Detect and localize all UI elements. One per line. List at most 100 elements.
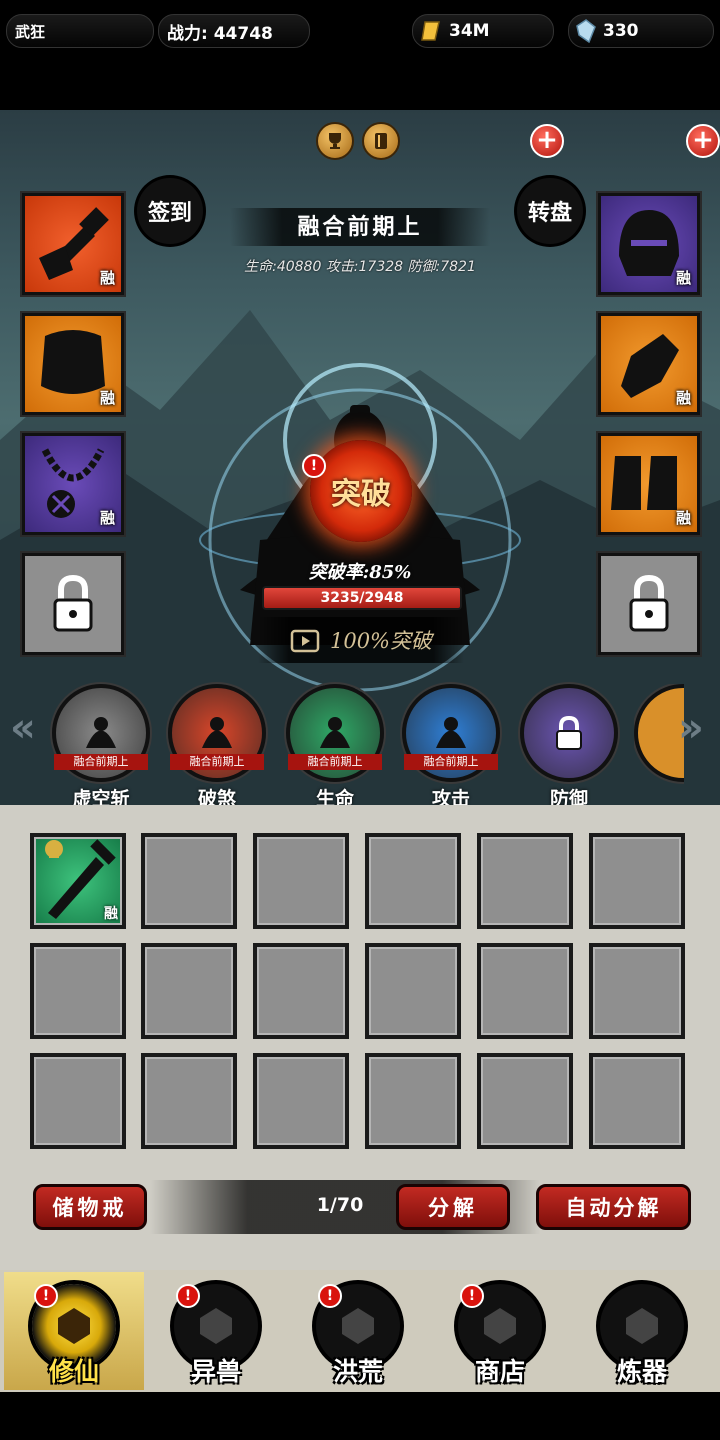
nav-label: 洪荒	[332, 1357, 383, 1386]
fusion-tag: 融	[675, 269, 691, 287]
inventory-slot-empty[interactable]	[30, 943, 126, 1039]
breakthrough-button[interactable]: 突破	[310, 440, 412, 542]
player-name-bar[interactable]: 武狂	[6, 14, 154, 48]
ad-breakthrough-label: 100%突破	[329, 629, 433, 653]
equip-slot-gloves[interactable]: 融	[598, 313, 700, 415]
equip-slot-boots[interactable]: 融	[598, 433, 700, 535]
decompose-button[interactable]: 分解	[396, 1184, 510, 1230]
skill-stage: 融合前期上	[54, 754, 148, 770]
nav-tab-3[interactable]: 商店!	[430, 1272, 570, 1390]
auto-decompose-button[interactable]: 自动分解	[536, 1184, 691, 1230]
inventory-slot-empty[interactable]	[253, 943, 349, 1039]
gold-bar: 34M	[412, 14, 554, 48]
trophy-button[interactable]	[316, 122, 354, 160]
inventory-slot-empty[interactable]	[477, 833, 573, 929]
inventory-slot-empty[interactable]	[365, 833, 461, 929]
storage-ring-label: 储物戒	[52, 1195, 128, 1220]
nav-tab-4[interactable]: 炼器	[572, 1272, 712, 1390]
skill-partial[interactable]	[634, 684, 684, 804]
gold-amount: 34M	[449, 21, 490, 41]
crystal-bar: 330	[568, 14, 714, 48]
inventory-slot-empty[interactable]	[141, 1053, 237, 1149]
alert-icon: !	[302, 454, 326, 478]
skill-2[interactable]: 融合前期上 生命	[286, 684, 384, 810]
checkin-button[interactable]: 签到	[137, 178, 203, 244]
add-crystal-button[interactable]: +	[686, 124, 720, 158]
alert-icon: !	[460, 1284, 484, 1308]
gold-ingot-icon	[421, 21, 440, 41]
inventory-slot-empty[interactable]	[365, 1053, 461, 1149]
alert-icon: !	[318, 1284, 342, 1308]
breakthrough-label: 突破	[331, 477, 391, 512]
player-name: 武狂	[15, 22, 46, 41]
inventory-slot-empty[interactable]	[477, 1053, 573, 1149]
skill-3[interactable]: 融合前期上 攻击	[402, 684, 500, 810]
inventory-slot-empty[interactable]	[253, 833, 349, 929]
nav-tab-1[interactable]: 异兽!	[146, 1272, 286, 1390]
fusion-tag: 融	[675, 509, 691, 527]
nav-tab-2[interactable]: 洪荒!	[288, 1272, 428, 1390]
realm-title: 融合前期上	[230, 208, 490, 246]
add-gold-button[interactable]: +	[530, 124, 564, 158]
skill-stage: 融合前期上	[170, 754, 264, 770]
skill-stage: 融合前期上	[288, 754, 382, 770]
combat-power-bar: 战力: 44748	[158, 14, 310, 48]
character-stats: 生命:40880 攻击:17328 防御:7821	[244, 259, 476, 275]
fusion-tag: 融	[99, 269, 115, 287]
fusion-tag: 融	[675, 389, 691, 407]
nav-label: 异兽	[190, 1357, 241, 1386]
equip-slot-locked-left[interactable]	[22, 553, 124, 655]
inventory-item-sword[interactable]: 融	[30, 833, 126, 929]
decompose-label: 分解	[428, 1195, 478, 1220]
inventory-slot-empty[interactable]	[253, 1053, 349, 1149]
combat-power: 战力: 44748	[167, 23, 273, 44]
skill-1[interactable]: 融合前期上 破煞	[168, 684, 266, 810]
breakthrough-rate: 突破率:85%	[308, 562, 412, 583]
nav-label: 商店	[474, 1357, 525, 1386]
fusion-tag: 融	[104, 906, 118, 922]
nav-label: 修仙	[48, 1357, 99, 1386]
inventory-count: 1/70	[316, 1194, 364, 1216]
crystal-icon	[576, 19, 596, 43]
fusion-tag: 融	[99, 509, 115, 527]
skill-4[interactable]: 防御	[520, 684, 618, 810]
wheel-button[interactable]: 转盘	[517, 178, 583, 244]
progress-text: 3235/2948	[320, 590, 404, 606]
lock-icon	[53, 574, 93, 632]
crystal-amount: 330	[603, 21, 639, 41]
inventory-slot-empty[interactable]	[589, 943, 685, 1039]
equip-slot-helmet[interactable]: 融	[598, 193, 700, 295]
bottom-bezel	[0, 1392, 720, 1440]
nav-label: 炼器	[616, 1357, 667, 1386]
nav-tab-0[interactable]: 修仙!	[4, 1272, 144, 1390]
auto-decompose-label: 自动分解	[565, 1195, 662, 1220]
defense-locked-icon	[520, 684, 618, 782]
trophy-icon	[329, 133, 341, 149]
inventory-slot-empty[interactable]	[589, 833, 685, 929]
fusion-tag: 融	[99, 389, 115, 407]
skill-0[interactable]: 融合前期上 虚空斩	[52, 684, 150, 810]
book-icon	[375, 133, 387, 149]
skills-scroll-right-icon[interactable]: »	[678, 705, 704, 751]
book-button[interactable]	[362, 122, 400, 160]
storage-ring-button[interactable]: 储物戒	[33, 1184, 147, 1230]
inventory-slot-empty[interactable]	[589, 1053, 685, 1149]
inventory-slot-empty[interactable]	[141, 833, 237, 929]
skills-scroll-left-icon[interactable]: «	[10, 705, 36, 751]
inventory-slot-empty[interactable]	[365, 943, 461, 1039]
alert-icon: !	[176, 1284, 200, 1308]
video-icon	[290, 629, 320, 653]
inventory-slot-empty[interactable]	[477, 943, 573, 1039]
lock-icon	[629, 574, 669, 632]
wheel-label: 转盘	[527, 200, 572, 226]
equip-slot-weapon[interactable]: 融	[22, 193, 124, 295]
equip-slot-necklace[interactable]: 融	[22, 433, 124, 535]
inventory-slot-empty[interactable]	[30, 1053, 126, 1149]
checkin-label: 签到	[147, 200, 192, 226]
equip-slot-locked-right[interactable]	[598, 553, 700, 655]
ad-breakthrough-button[interactable]: 100%突破	[258, 617, 464, 663]
inventory-slot-empty[interactable]	[141, 943, 237, 1039]
skill-stage: 融合前期上	[404, 754, 498, 770]
alert-icon: !	[34, 1284, 58, 1308]
equip-slot-armor[interactable]: 融	[22, 313, 124, 415]
